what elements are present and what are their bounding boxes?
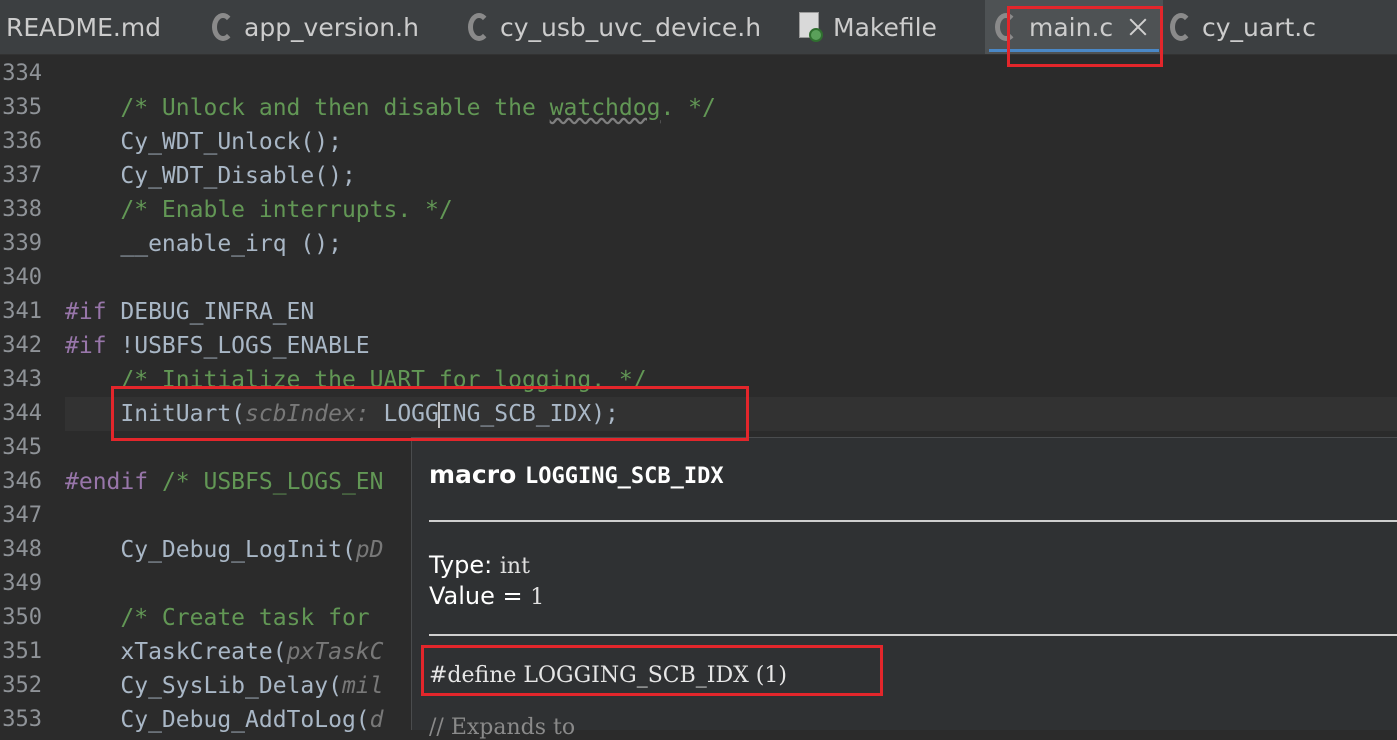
- code-text: __enable_irq ();: [65, 231, 342, 257]
- parameter-hint: pD: [355, 537, 384, 563]
- code-text: Cy_Debug_LogInit(pD: [65, 537, 384, 563]
- code-line: 339 __enable_irq ();: [0, 227, 1397, 261]
- preprocessor-keyword: #if: [65, 299, 107, 325]
- line-number: 353: [2, 707, 42, 732]
- preprocessor-keyword: #if: [65, 333, 107, 359]
- line-number: 350: [2, 605, 42, 630]
- parameter-hint: pxTaskC: [286, 639, 384, 665]
- line-number: 348: [2, 537, 42, 562]
- tab-label: cy_usb_uvc_device.h: [500, 12, 762, 42]
- annotation-box-tab: [1007, 6, 1163, 67]
- code-line: 342 #if !USBFS_LOGS_ENABLE: [0, 329, 1397, 363]
- macro-expansion-comment: // Expands to: [429, 715, 576, 740]
- parameter-hint: d: [369, 707, 384, 733]
- code-text: Cy_WDT_Unlock();: [65, 129, 342, 155]
- line-number: 344: [2, 401, 42, 426]
- tab-label: README.md: [6, 12, 162, 42]
- tab-label: Makefile: [833, 12, 937, 42]
- tab-readme[interactable]: README.md: [6, 0, 161, 54]
- popup-value-row: Value = 1: [429, 582, 545, 610]
- line-number: 338: [2, 197, 42, 222]
- code-line: 337 Cy_WDT_Disable();: [0, 159, 1397, 193]
- editor-tab-bar: README.md app_version.h cy_usb_uvc_devic…: [0, 0, 1397, 55]
- annotation-box-code-line: [111, 386, 749, 441]
- code-line: 335 /* Unlock and then disable the watch…: [0, 91, 1397, 125]
- line-number: 352: [2, 673, 42, 698]
- line-number: 351: [2, 639, 42, 664]
- divider: [429, 634, 1397, 636]
- spellcheck-word: watchdog: [549, 95, 661, 121]
- tab-cy-usb-uvc-device[interactable]: cy_usb_uvc_device.h: [468, 0, 761, 54]
- line-number: 342: [2, 333, 42, 358]
- line-number: 349: [2, 571, 42, 596]
- popup-type-row: Type: int: [429, 551, 530, 579]
- comment: /* Enable interrupts. */: [65, 197, 453, 223]
- tab-cy-uart[interactable]: cy_uart.c: [1170, 0, 1316, 54]
- code-text: Cy_WDT_Disable();: [65, 163, 356, 189]
- line-number: 347: [2, 503, 42, 528]
- preprocessor-keyword: #endif: [65, 469, 149, 495]
- code-text: Cy_Debug_AddToLog(d: [65, 707, 384, 733]
- line-number: 336: [2, 129, 42, 154]
- code-line: 334: [0, 57, 1397, 91]
- makefile-icon: [797, 12, 823, 42]
- code-text: xTaskCreate(pxTaskC: [65, 639, 384, 665]
- code-line: 340: [0, 261, 1397, 295]
- c-file-icon: [1170, 13, 1192, 41]
- parameter-hint: mil: [341, 673, 384, 699]
- divider: [429, 520, 1397, 522]
- code-text: #if !USBFS_LOGS_ENABLE: [65, 333, 370, 359]
- tab-label: app_version.h: [244, 12, 419, 42]
- comment: /* Create task for: [65, 605, 384, 631]
- tab-app-version[interactable]: app_version.h: [212, 0, 419, 54]
- code-text: #if DEBUG_INFRA_EN: [65, 299, 315, 325]
- line-number: 346: [2, 469, 42, 494]
- line-number: 340: [2, 265, 42, 290]
- tab-makefile[interactable]: Makefile: [797, 0, 937, 54]
- line-number: 337: [2, 163, 42, 188]
- code-line: 341 #if DEBUG_INFRA_EN: [0, 295, 1397, 329]
- line-number: 343: [2, 367, 42, 392]
- line-number: 345: [2, 435, 42, 460]
- line-number: 339: [2, 231, 42, 256]
- line-number: 335: [2, 95, 42, 120]
- macro-name: LOGGING_SCB_IDX: [524, 464, 724, 489]
- code-line: 338 /* Enable interrupts. */: [0, 193, 1397, 227]
- c-file-icon: [468, 13, 490, 41]
- comment: /* Unlock and then disable the watchdog.…: [65, 95, 716, 121]
- line-number: 341: [2, 299, 42, 324]
- code-text: Cy_SysLib_Delay(mil: [65, 673, 384, 699]
- annotation-box-define: [421, 645, 883, 696]
- tab-label: cy_uart.c: [1202, 12, 1316, 42]
- code-line: 336 Cy_WDT_Unlock();: [0, 125, 1397, 159]
- c-file-icon: [212, 13, 234, 41]
- code-text: #endif /* USBFS_LOGS_EN: [65, 469, 384, 495]
- popup-title: macro LOGGING_SCB_IDX: [429, 460, 724, 489]
- line-number: 334: [2, 61, 42, 86]
